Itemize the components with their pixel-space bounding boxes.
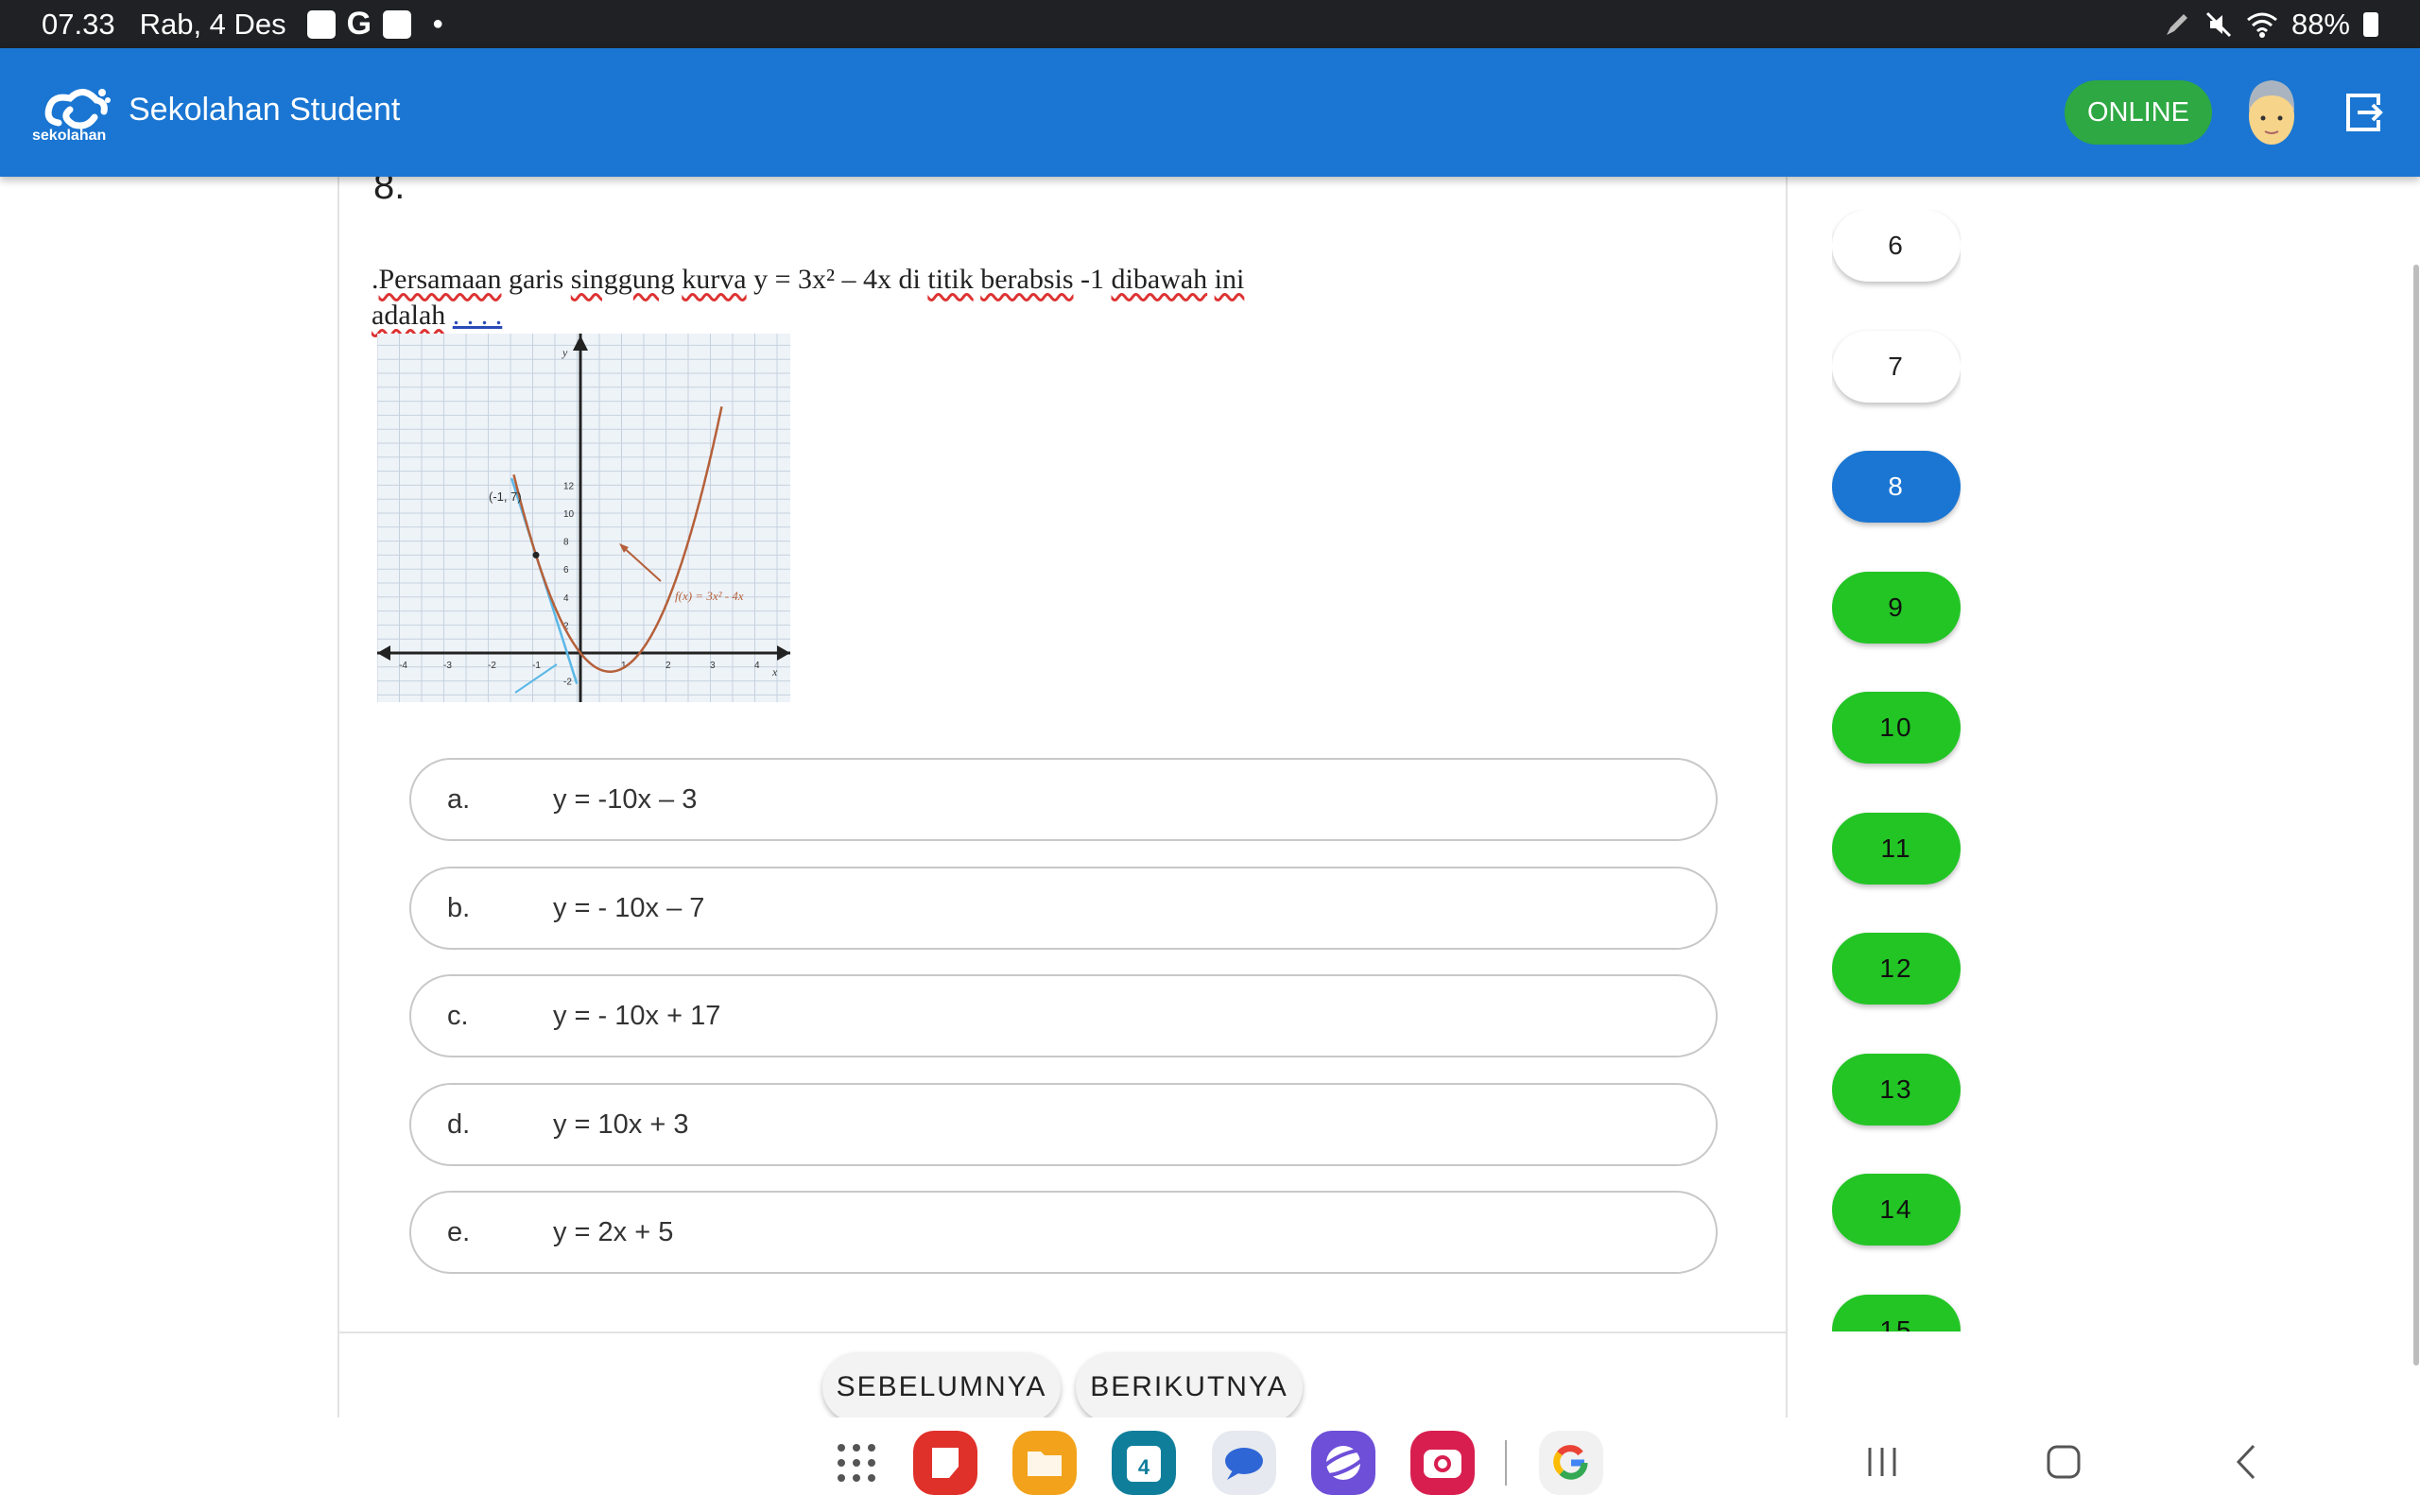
messages-icon[interactable]	[1212, 1431, 1276, 1495]
y-tick-label: 6	[563, 565, 569, 576]
home-icon[interactable]	[2040, 1438, 2087, 1486]
x-axis-label: x	[771, 665, 778, 679]
option-letter: d.	[447, 1108, 471, 1140]
option-b[interactable]: b. y = - 10x – 7	[409, 867, 1718, 950]
question-text-part: dibawah	[1111, 264, 1208, 295]
question-pill[interactable]: 7	[1832, 331, 1961, 403]
wifi-icon	[2247, 12, 2277, 38]
tangent-point	[532, 551, 540, 558]
question-text-part: adalah	[372, 300, 446, 331]
point-label: (-1, 7)	[489, 490, 522, 504]
question-text-part: berabsis	[980, 264, 1074, 295]
battery-icon	[2363, 11, 2378, 37]
x-tick-label: -4	[399, 661, 407, 671]
google-notification-icon: G	[346, 6, 372, 42]
option-d[interactable]: d. y = 10x + 3	[409, 1083, 1718, 1166]
battery-percent: 88%	[2290, 7, 2350, 41]
question-pill[interactable]: 11	[1832, 813, 1961, 885]
status-bar: 07.33 Rab, 4 Des G ● 88%	[0, 0, 2420, 48]
question-text-part: Persamaan	[378, 264, 502, 295]
logo-text: sekolahan	[32, 128, 107, 144]
option-letter: b.	[447, 892, 471, 923]
previous-button[interactable]: SEBELUMNYA	[822, 1352, 1061, 1422]
question-card: 8. .Persamaan garis singgung kurva y = 3…	[337, 165, 1788, 1422]
question-pill[interactable]: 15	[1832, 1295, 1961, 1332]
card-divider	[339, 1332, 1786, 1333]
question-pill[interactable]: 8	[1832, 451, 1961, 523]
y-tick-label: 4	[563, 593, 569, 604]
question-number-list: 6 7 8 9 10 11 12 13 14 15	[1832, 210, 1961, 1332]
option-text: y = 10x + 3	[553, 1108, 689, 1140]
logout-icon[interactable]	[2342, 92, 2384, 133]
x-tick-label: -3	[443, 661, 452, 671]
option-a[interactable]: a. y = -10x – 3	[409, 758, 1718, 841]
avatar[interactable]	[2244, 75, 2299, 148]
option-letter: c.	[447, 1000, 469, 1031]
apps-grid-icon[interactable]	[824, 1431, 889, 1495]
function-graph: x y -4 -3 -2 -1 1 2 3 4 12108642-2 (-1, 7) f(x)…	[377, 334, 790, 702]
back-icon[interactable]	[2223, 1438, 2271, 1486]
option-letter: a.	[447, 783, 471, 815]
y-tick-label: 12	[563, 481, 575, 491]
calendar-icon[interactable]: 4	[1112, 1431, 1176, 1495]
question-text-part	[445, 300, 453, 331]
status-date: Rab, 4 Des	[139, 7, 286, 41]
gallery-notification-icon	[306, 9, 336, 39]
function-label: f(x) = 3x² - 4x	[675, 589, 744, 603]
x-tick-label: 4	[754, 661, 760, 671]
question-pill[interactable]: 10	[1832, 692, 1961, 764]
next-button[interactable]: BERIKUTNYA	[1076, 1352, 1303, 1422]
question-text-part: y = 3x² – 4x di	[746, 264, 928, 295]
question-text-part: singgung	[570, 264, 675, 295]
question-text: .Persamaan garis singgung kurva y = 3x² …	[372, 262, 1411, 334]
x-tick-label: -2	[488, 661, 496, 671]
question-text-part: garis	[501, 264, 571, 295]
option-text: y = -10x – 3	[553, 783, 698, 815]
x-tick-label: 3	[710, 661, 716, 671]
internet-browser-icon[interactable]	[1311, 1431, 1375, 1495]
option-text: y = - 10x – 7	[553, 892, 705, 923]
question-text-part	[1207, 264, 1215, 295]
y-tick-label: 10	[563, 509, 575, 520]
y-tick-label: 8	[563, 538, 569, 548]
check-notification-icon	[383, 9, 412, 39]
question-pill[interactable]: 13	[1832, 1054, 1961, 1125]
question-pill[interactable]: 12	[1832, 933, 1961, 1005]
dock-divider	[1505, 1440, 1507, 1486]
option-text: y = 2x + 5	[553, 1216, 674, 1247]
y-tick-label: -2	[563, 678, 572, 688]
mute-icon	[2205, 11, 2232, 37]
question-text-part: -1	[1073, 264, 1112, 295]
question-pill[interactable]: 6	[1832, 210, 1961, 282]
question-pill[interactable]: 14	[1832, 1174, 1961, 1246]
app-title: Sekolahan Student	[129, 92, 401, 128]
option-c[interactable]: c. y = - 10x + 17	[409, 974, 1718, 1057]
question-text-part: .	[372, 264, 379, 295]
x-tick-label: 2	[666, 661, 671, 671]
recent-apps-icon[interactable]	[1858, 1438, 1906, 1486]
question-text-part: ini	[1214, 264, 1245, 295]
notification-icons: G ●	[306, 6, 444, 43]
option-letter: e.	[447, 1216, 471, 1247]
online-status-badge: ONLINE	[2065, 80, 2212, 145]
question-text-part: kurva	[682, 264, 747, 295]
status-right: 88%	[2163, 0, 2378, 48]
question-text-part: titik	[927, 264, 974, 295]
notes-icon[interactable]	[913, 1431, 977, 1495]
status-time: 07.33	[42, 7, 115, 41]
x-tick-label: -1	[532, 661, 541, 671]
app-bar: sekolahan Sekolahan Student ONLINE	[0, 48, 2420, 177]
calendar-day: 4	[1138, 1455, 1150, 1479]
camera-icon[interactable]	[1410, 1431, 1475, 1495]
files-icon[interactable]	[1012, 1431, 1077, 1495]
pen-icon	[2166, 13, 2187, 35]
option-e[interactable]: e. y = 2x + 5	[409, 1191, 1718, 1274]
scrollbar[interactable]	[2413, 265, 2419, 1366]
y-axis-label: y	[562, 346, 568, 359]
question-text-part: . . . .	[452, 300, 503, 331]
question-pill[interactable]: 9	[1832, 572, 1961, 644]
google-icon[interactable]	[1539, 1431, 1603, 1495]
option-text: y = - 10x + 17	[553, 1000, 721, 1031]
more-notifications-icon: ●	[432, 13, 444, 34]
